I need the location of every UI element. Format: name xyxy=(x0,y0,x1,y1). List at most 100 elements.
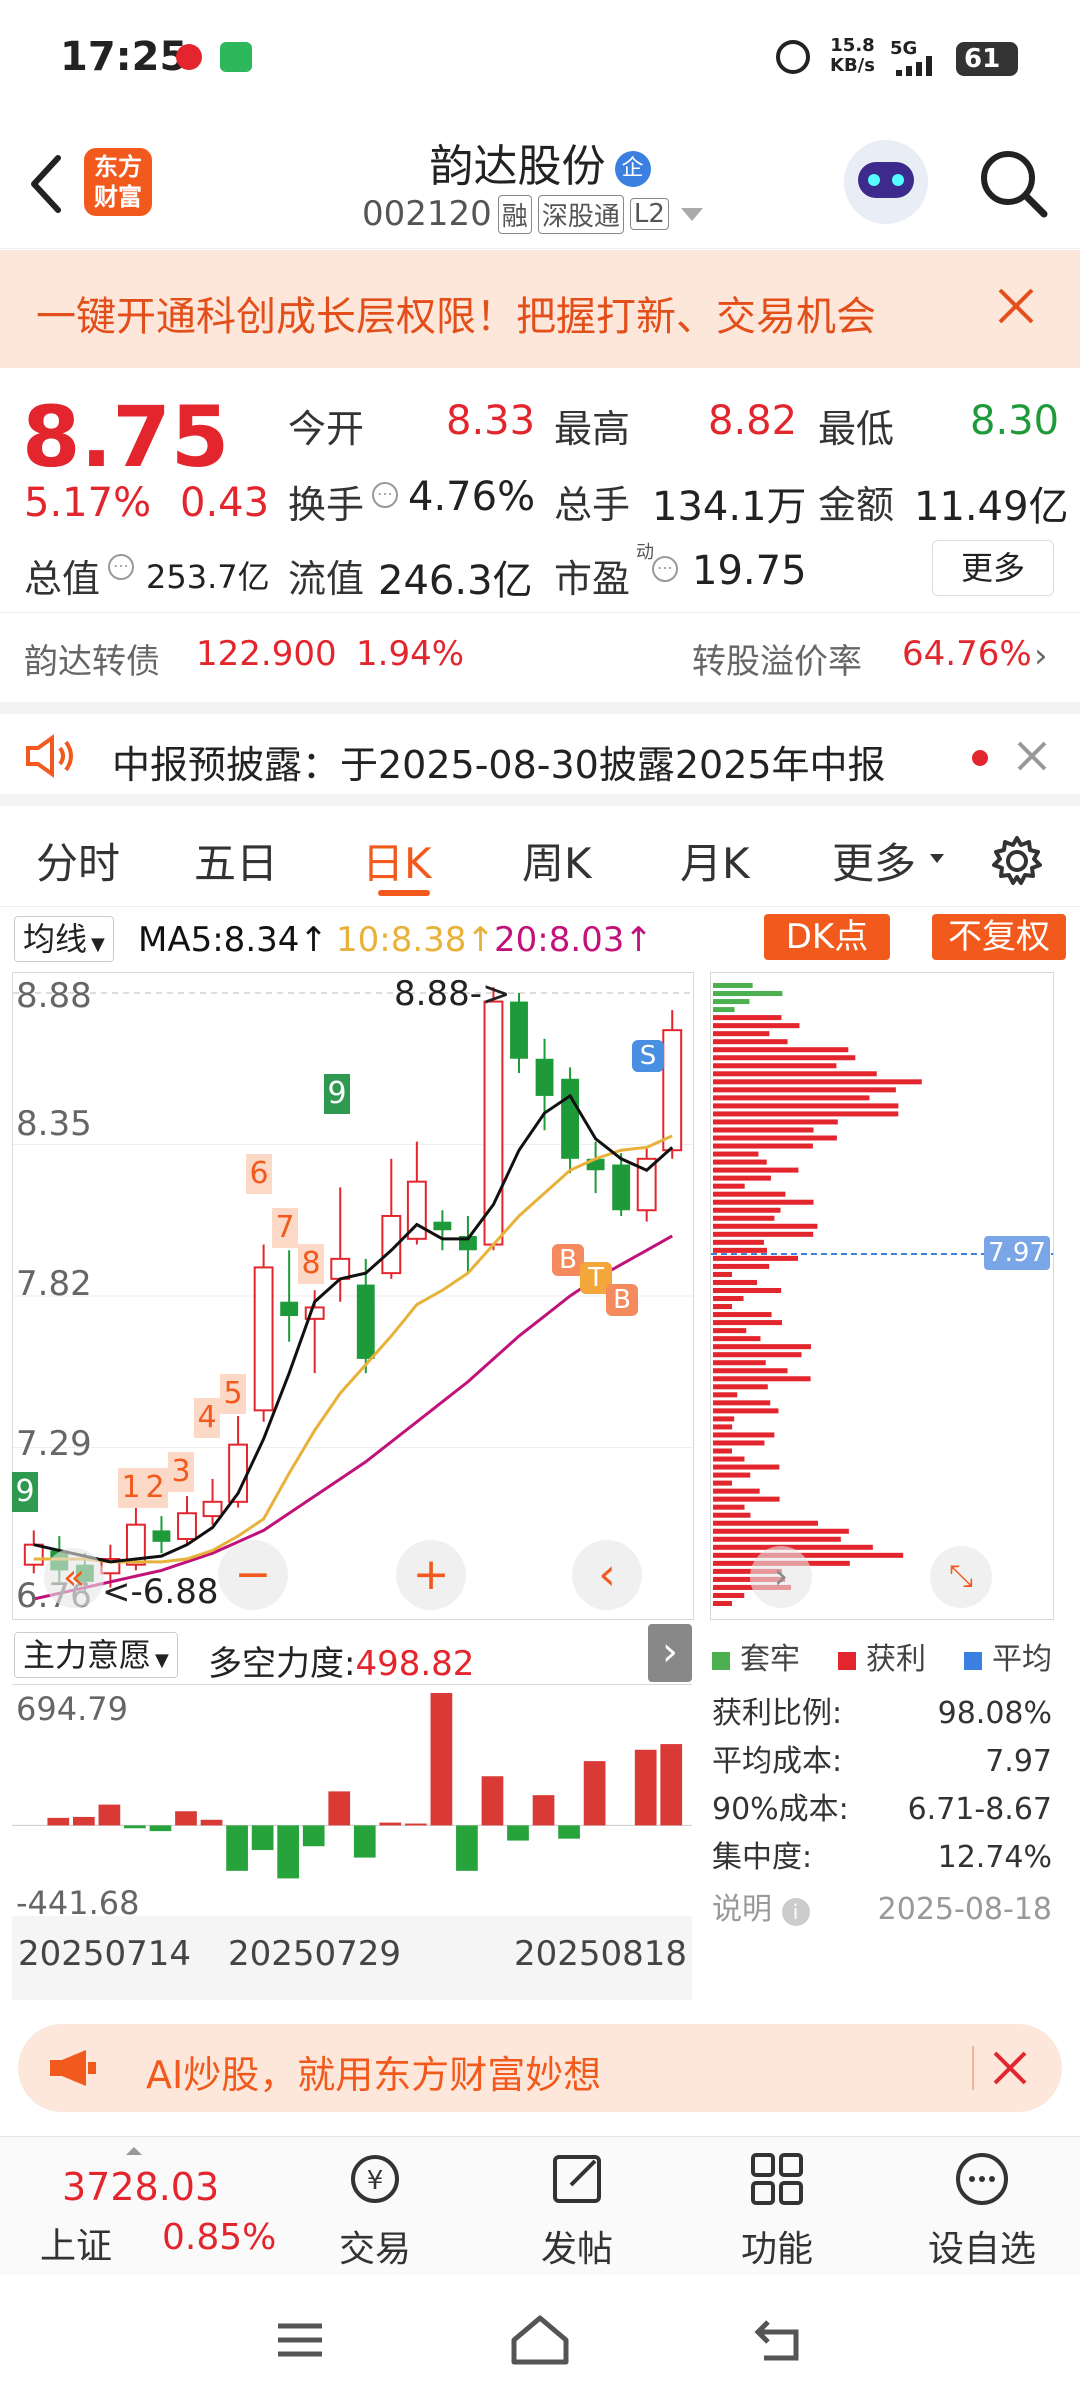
chip-distribution-chart[interactable] xyxy=(710,972,1054,1620)
indicator-select[interactable]: 均线 ▼ xyxy=(14,916,114,962)
info-icon[interactable]: ⋯ xyxy=(108,554,134,580)
candle xyxy=(253,1244,274,1422)
tab-daily-k[interactable]: 日K xyxy=(362,830,432,891)
flow-bar xyxy=(507,1825,529,1841)
kline-chart[interactable] xyxy=(12,972,694,1620)
stock-header: 东方 财富 韵达股份 企 002120 融 深股通 L2 xyxy=(0,120,1080,249)
candle xyxy=(586,1141,605,1194)
tab-more[interactable]: 更多 xyxy=(832,830,916,891)
zoom-out-button[interactable]: − xyxy=(218,1540,288,1610)
promo-banner[interactable]: 一键开通科创成长层权限！把握打新、交易机会 xyxy=(0,250,1080,368)
search-icon[interactable] xyxy=(976,146,1050,220)
td-marker: 4 xyxy=(194,1398,220,1438)
gear-icon[interactable] xyxy=(990,834,1044,888)
back-nav-icon[interactable] xyxy=(752,2316,804,2364)
notice-bar[interactable]: 中报预披露：于2025-08-30披露2025年中报 xyxy=(0,702,1080,806)
no-adjust-button[interactable]: 不复权 xyxy=(932,914,1066,960)
tab-intraday[interactable]: 分时 xyxy=(36,830,120,891)
enterprise-badge: 企 xyxy=(614,151,651,187)
flow-bar xyxy=(124,1825,146,1829)
expand-right-button[interactable]: › xyxy=(648,1624,692,1682)
candle xyxy=(636,1147,657,1222)
chip-bar xyxy=(713,1448,732,1454)
robot-assistant-icon[interactable] xyxy=(844,140,928,224)
legend-trapped-label: 套牢 xyxy=(740,1642,800,1677)
edit-icon xyxy=(553,2155,601,2203)
chip-date: 2025-08-18 xyxy=(877,1892,1052,1927)
zoom-in-button[interactable]: + xyxy=(396,1540,466,1610)
concentration-label: 集中度: xyxy=(712,1840,813,1875)
bond-price: 122.900 xyxy=(196,634,337,674)
flow-bar xyxy=(456,1825,478,1871)
ai-ad-bar[interactable]: AI炒股，就用东方财富妙想 xyxy=(18,2024,1062,2112)
expand-icon[interactable]: ⤡ xyxy=(930,1546,992,1608)
chip-bar xyxy=(713,1255,799,1261)
sub-metric: 多空力度:498.82 xyxy=(208,1636,474,1685)
chip-stats: 获利比例: 98.08% 平均成本: 7.97 90%成本: 6.71-8.67 集中… xyxy=(712,1690,1052,1934)
amount-value: 11.49亿 xyxy=(914,484,1069,530)
chip-bar xyxy=(713,1135,837,1141)
tab-monthly-k[interactable]: 月K xyxy=(680,830,750,891)
flow-bar xyxy=(328,1791,351,1826)
flow-bar xyxy=(149,1825,172,1832)
nav-function-label: 功能 xyxy=(740,2229,813,2270)
up-arrow-icon: ↑ xyxy=(466,920,495,960)
info-icon[interactable]: ⋯ xyxy=(372,482,398,508)
close-icon[interactable] xyxy=(1016,740,1048,772)
more-button[interactable]: 更多 xyxy=(932,540,1054,596)
explain-link[interactable]: 说明 i xyxy=(712,1886,810,1934)
bottom-toolbar: 3728.03 上证 0.85% ¥ 交易 发帖 功能 设自选 xyxy=(0,2136,1080,2275)
chip-legend: 套牢 获利 平均 xyxy=(712,1634,1052,1678)
nav-post[interactable]: 发帖 xyxy=(512,2147,642,2272)
chip-bar xyxy=(713,1143,813,1149)
menu-icon[interactable] xyxy=(276,2320,324,2360)
stat-row: 集中度: 12.74% xyxy=(712,1834,1052,1882)
chevron-down-icon[interactable] xyxy=(680,207,703,221)
close-icon[interactable] xyxy=(992,2050,1028,2086)
nav-trade[interactable]: ¥ 交易 xyxy=(310,2147,440,2272)
sub-metric-value: 498.82 xyxy=(355,1644,475,1684)
chevron-left-button[interactable]: ‹ xyxy=(572,1540,642,1610)
chip-bar xyxy=(713,1344,811,1350)
caret-down-icon xyxy=(930,854,944,863)
alarm-icon xyxy=(776,40,810,74)
sub-indicator-select[interactable]: 主力意愿 ▼ xyxy=(14,1632,178,1678)
convertible-bond-row[interactable]: 韵达转债 122.900 1.94% 转股溢价率 64.76% › xyxy=(0,626,1080,696)
chip-scroll-right[interactable]: › xyxy=(750,1546,812,1608)
battery-icon: 61 xyxy=(956,42,1018,76)
close-icon[interactable] xyxy=(996,286,1036,326)
chip-bar xyxy=(713,1239,764,1245)
nav-function[interactable]: 功能 xyxy=(712,2147,842,2272)
last-price: 8.75 xyxy=(22,388,230,486)
tab-five-day[interactable]: 五日 xyxy=(194,830,278,891)
chip-bar xyxy=(713,1119,838,1125)
chip-bar xyxy=(713,1304,732,1310)
chip-bar xyxy=(713,1015,782,1021)
ad-text: AI炒股，就用东方财富妙想 xyxy=(146,2053,602,2097)
volume-label: 总手 xyxy=(554,483,631,527)
mktcap-value: 253.7亿 xyxy=(146,558,270,596)
flow-bar xyxy=(98,1804,121,1826)
tab-weekly-k[interactable]: 周K xyxy=(522,830,592,891)
divider xyxy=(0,612,1080,613)
caret-down-icon: ▼ xyxy=(155,1650,169,1671)
chip-bar xyxy=(713,1440,765,1446)
up-arrow-icon: ↑ xyxy=(624,920,653,960)
scroll-left-button[interactable]: « xyxy=(44,1548,104,1608)
bond-name: 韵达转债 xyxy=(24,642,160,682)
open-label: 今开 xyxy=(288,407,365,451)
dk-point-button[interactable]: DK点 xyxy=(764,914,890,960)
chip-bar xyxy=(713,1312,772,1318)
info-icon[interactable]: ⋯ xyxy=(652,556,678,582)
premium-label: 转股溢价率 xyxy=(692,642,862,682)
index-ticker[interactable]: 3728.03 上证 0.85% xyxy=(30,2147,280,2267)
chip-bar xyxy=(713,1480,732,1486)
flow-bar xyxy=(226,1825,248,1871)
home-icon[interactable] xyxy=(510,2314,570,2366)
profit-ratio-value: 98.08% xyxy=(937,1696,1052,1731)
sub-chart-header: 主力意愿 ▼ 多空力度:498.82 › xyxy=(12,1624,692,1684)
nav-add-watchlist[interactable]: 设自选 xyxy=(912,2147,1052,2272)
chip-bar xyxy=(713,1071,877,1077)
chip-bar xyxy=(713,1416,735,1422)
chip-bar xyxy=(713,1087,896,1093)
